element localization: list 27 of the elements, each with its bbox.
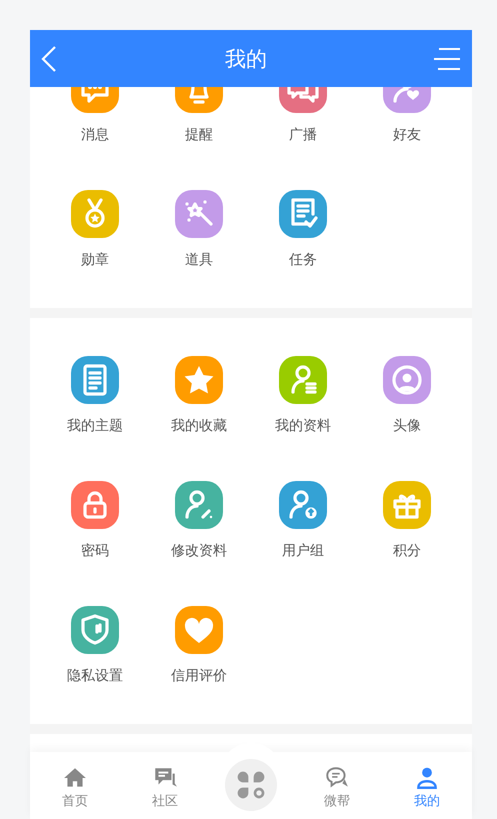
menu-item[interactable]: 密码 <box>43 481 147 561</box>
grid-icon <box>235 769 267 801</box>
menu-item[interactable]: 用户组 <box>251 481 355 561</box>
nav-tab[interactable]: 首页 <box>45 765 105 819</box>
menu-item[interactable]: 信用评价 <box>147 606 251 686</box>
menu-button[interactable] <box>434 46 460 70</box>
nav-tab[interactable]: 我的 <box>397 765 457 819</box>
person-icon <box>414 765 440 791</box>
menu-item[interactable]: 好友 <box>355 87 459 145</box>
menu-item[interactable]: 我的主题 <box>43 356 147 436</box>
apps-button[interactable] <box>225 759 277 811</box>
menu-item[interactable]: 消息 <box>43 87 147 145</box>
menu-item[interactable]: 我的资料 <box>251 356 355 436</box>
menu-item[interactable]: 我的收藏 <box>147 356 251 436</box>
page-title: 我的 <box>225 46 267 72</box>
nav-tab[interactable]: 微帮 <box>307 765 367 819</box>
menu-item[interactable]: 勋章 <box>43 190 147 270</box>
menu-item[interactable]: 修改资料 <box>147 481 251 561</box>
menu-item[interactable]: 提醒 <box>147 87 251 145</box>
menu-item[interactable]: 任务 <box>251 190 355 270</box>
menu-item[interactable]: 隐私设置 <box>43 606 147 686</box>
menu-item[interactable]: 头像 <box>355 356 459 436</box>
menu-item[interactable]: 广播 <box>251 87 355 145</box>
menu-item[interactable]: 道具 <box>147 190 251 270</box>
back-button[interactable] <box>40 44 58 72</box>
nav-tab[interactable]: 社区 <box>135 765 195 819</box>
menu-item[interactable]: 积分 <box>355 481 459 561</box>
